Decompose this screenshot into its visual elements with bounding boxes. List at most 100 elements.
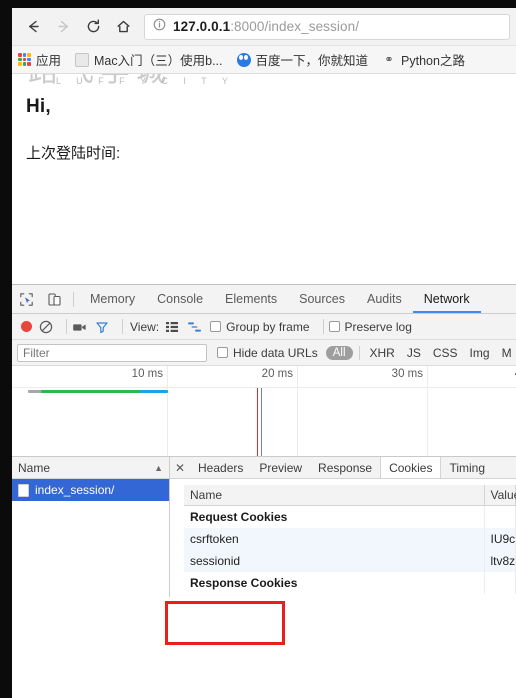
filter-input[interactable] bbox=[17, 343, 207, 362]
camera-icon[interactable] bbox=[72, 320, 87, 334]
network-filter-bar: Hide data URLs All XHR JS CSS Img M bbox=[12, 340, 516, 366]
column-header-cookie-name[interactable]: Name bbox=[184, 485, 485, 506]
request-list-header[interactable]: Name ▲ bbox=[12, 457, 169, 479]
home-icon[interactable] bbox=[108, 12, 138, 42]
request-row-index-session[interactable]: index_session/ bbox=[12, 479, 169, 501]
tab-network[interactable]: Network bbox=[413, 285, 481, 313]
type-filter-css[interactable]: CSS bbox=[427, 346, 464, 360]
preserve-log-label: Preserve log bbox=[344, 319, 412, 334]
browser-toolbar: 127.0.0.1:8000/index_session/ bbox=[12, 8, 516, 46]
checkbox-box bbox=[210, 321, 222, 332]
last-login-label: 上次登陆时间: bbox=[26, 145, 121, 162]
bookmark-apps[interactable]: 应用 bbox=[18, 50, 61, 69]
tab-memory[interactable]: Memory bbox=[79, 285, 146, 313]
toolbar-divider bbox=[66, 319, 67, 334]
cookies-table: Name Value Request Cookies cs bbox=[184, 485, 516, 594]
inspect-element-icon[interactable] bbox=[12, 285, 40, 313]
request-bar-download bbox=[41, 390, 141, 393]
column-header-cookie-value[interactable]: Value bbox=[484, 485, 516, 506]
request-bar-waiting bbox=[140, 390, 168, 393]
cookie-row-sessionid[interactable]: sessionid ltv8zy1 bbox=[184, 550, 516, 572]
cookie-group-label: Request Cookies bbox=[184, 505, 485, 528]
sort-ascending-caret-icon[interactable]: ▲ bbox=[154, 463, 163, 473]
hide-data-urls-label: Hide data URLs bbox=[233, 345, 318, 360]
page-content: 路飞学城 L U F F Y C I T Y Hi, 上次登陆时间: bbox=[12, 74, 516, 284]
toolbar-divider bbox=[73, 291, 74, 307]
list-view-icon[interactable] bbox=[165, 321, 179, 333]
load-event-line bbox=[261, 388, 262, 456]
devtools-tabbar: Memory Console Elements Sources Audits N… bbox=[12, 285, 516, 314]
toolbar-divider bbox=[322, 319, 324, 334]
address-bar[interactable]: 127.0.0.1:8000/index_session/ bbox=[144, 13, 510, 40]
bookmark-label: Mac入门（三）使用b... bbox=[94, 54, 223, 68]
type-filter-all[interactable]: All bbox=[325, 345, 353, 360]
network-toolbar: View: Group by frame Preserve log bbox=[12, 314, 516, 340]
column-header-name: Name bbox=[18, 460, 51, 475]
type-filter-xhr[interactable]: XHR bbox=[364, 346, 401, 360]
page-greeting: Hi, bbox=[26, 96, 51, 117]
document-icon bbox=[18, 483, 29, 497]
bookmark-label: 百度一下，你就知道 bbox=[255, 54, 369, 68]
watermark-chinese: 路飞学城 bbox=[28, 74, 172, 90]
tab-audits[interactable]: Audits bbox=[356, 285, 413, 313]
tab-console[interactable]: Console bbox=[146, 285, 214, 313]
bookmark-mac-guide[interactable]: Mac入门（三）使用b... bbox=[75, 50, 223, 69]
python-favicon-icon: ⚭ bbox=[384, 54, 394, 66]
type-filter-media[interactable]: M bbox=[496, 346, 516, 360]
detail-pane: ✕ Headers Preview Response Cookies Timin… bbox=[170, 457, 516, 597]
detail-tab-headers[interactable]: Headers bbox=[190, 457, 251, 478]
detail-tab-cookies[interactable]: Cookies bbox=[380, 457, 442, 478]
close-x-icon[interactable]: ✕ bbox=[170, 457, 190, 478]
checkbox-box bbox=[328, 321, 340, 332]
baidu-favicon-icon bbox=[236, 52, 251, 67]
request-bar-stalled bbox=[28, 390, 42, 393]
cookie-row-csrftoken[interactable]: csrftoken IU9clEY bbox=[184, 528, 516, 550]
screenshot-frame: 127.0.0.1:8000/index_session/ 应用 Mac入门（三… bbox=[0, 0, 516, 698]
type-filter-js[interactable]: JS bbox=[401, 346, 427, 360]
address-bar-url: 127.0.0.1:8000/index_session/ bbox=[173, 19, 359, 34]
timeline-tick-label: 30 ms bbox=[391, 368, 423, 380]
toolbar-divider bbox=[122, 319, 123, 334]
document-favicon-icon bbox=[75, 52, 90, 67]
preserve-log-checkbox[interactable]: Preserve log bbox=[328, 319, 412, 334]
timeline-gridline bbox=[297, 366, 298, 456]
funnel-filter-icon[interactable] bbox=[95, 320, 109, 334]
bookmark-baidu[interactable]: 百度一下，你就知道 bbox=[236, 50, 369, 69]
detail-tab-timing[interactable]: Timing bbox=[441, 457, 493, 478]
detail-tabbar: ✕ Headers Preview Response Cookies Timin… bbox=[170, 457, 516, 479]
cookies-table-header-row: Name Value bbox=[184, 485, 516, 506]
timeline-baseline bbox=[12, 387, 516, 388]
watermark-latin: L U F F Y C I T Y bbox=[56, 76, 235, 86]
reload-icon[interactable] bbox=[78, 12, 108, 42]
apps-grid-icon bbox=[18, 53, 31, 66]
network-timeline[interactable]: 10 ms 20 ms 30 ms 4 bbox=[12, 366, 516, 457]
dom-content-loaded-line bbox=[257, 388, 258, 456]
forward-arrow-icon[interactable] bbox=[48, 12, 78, 42]
cookie-value: ltv8zy1 bbox=[484, 550, 516, 572]
cookies-group-response: Response Cookies bbox=[184, 572, 516, 594]
view-label: View: bbox=[130, 319, 160, 334]
checkbox-box bbox=[217, 347, 228, 358]
browser-window: 127.0.0.1:8000/index_session/ 应用 Mac入门（三… bbox=[12, 8, 516, 698]
bookmark-python-road[interactable]: ⚭ Python之路 bbox=[382, 50, 465, 69]
waterfall-view-icon[interactable] bbox=[187, 321, 202, 333]
record-dot-icon[interactable] bbox=[21, 321, 32, 332]
bookmark-label: 应用 bbox=[36, 54, 62, 68]
toggle-device-toolbar-icon[interactable] bbox=[40, 285, 68, 313]
detail-tab-response[interactable]: Response bbox=[310, 457, 380, 478]
detail-tab-preview[interactable]: Preview bbox=[251, 457, 310, 478]
cookie-value: IU9clEY bbox=[484, 528, 516, 550]
clear-no-entry-icon[interactable] bbox=[39, 320, 53, 334]
info-circle-icon[interactable] bbox=[153, 18, 166, 36]
tab-sources[interactable]: Sources bbox=[288, 285, 356, 313]
group-by-frame-checkbox[interactable]: Group by frame bbox=[210, 320, 310, 334]
request-list: Name ▲ index_session/ bbox=[12, 457, 170, 597]
hide-data-urls-checkbox[interactable]: Hide data URLs bbox=[217, 346, 318, 360]
toolbar-divider bbox=[358, 345, 360, 360]
back-arrow-icon[interactable] bbox=[18, 12, 48, 42]
cookie-name: sessionid bbox=[184, 550, 485, 572]
timeline-tick-label: 10 ms bbox=[131, 368, 163, 380]
type-filter-img[interactable]: Img bbox=[464, 346, 496, 360]
tab-elements[interactable]: Elements bbox=[214, 285, 288, 313]
url-host: 127.0.0.1 bbox=[173, 19, 231, 34]
